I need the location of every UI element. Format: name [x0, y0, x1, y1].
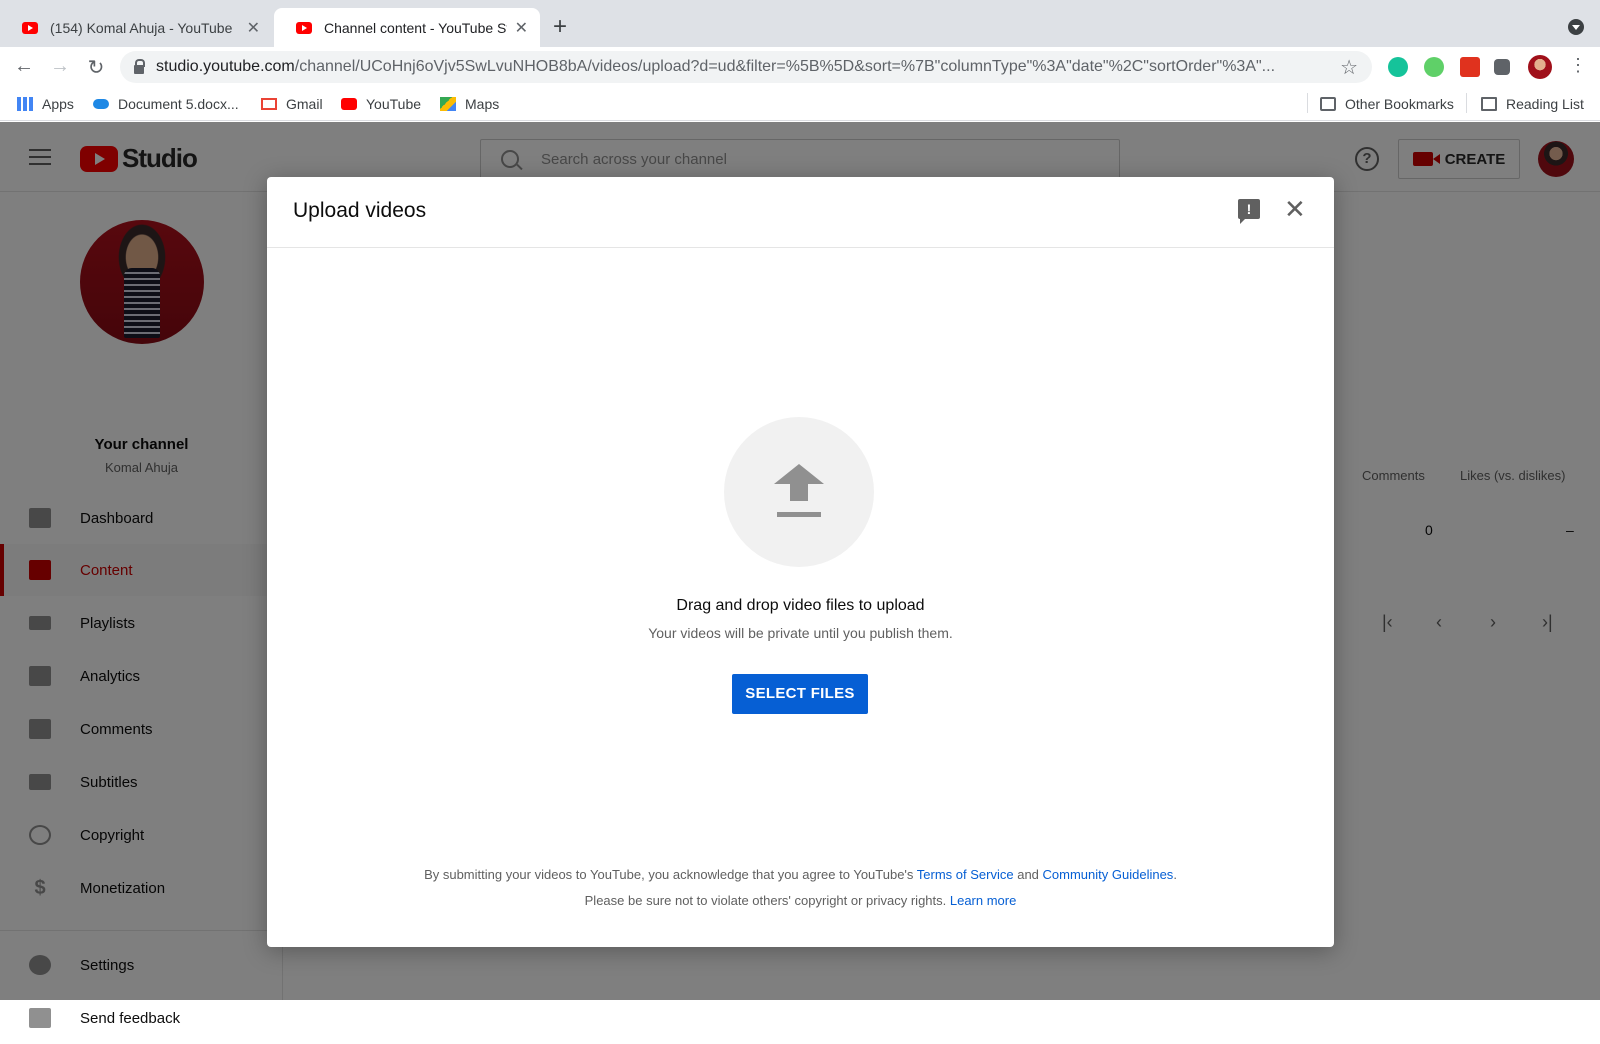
browser-tab-youtube[interactable]: (154) Komal Ahuja - YouTube ✕ — [0, 8, 272, 47]
url-text: studio.youtube.com/channel/UCoHnj6oVjv5S… — [156, 58, 1276, 75]
close-tab-icon[interactable]: ✕ — [247, 18, 260, 38]
browser-menu-icon[interactable]: ⋮ — [1566, 55, 1590, 76]
upload-arrow-icon — [774, 464, 824, 484]
drag-drop-text: Drag and drop video files to upload — [676, 597, 925, 614]
terms-suffix: . — [1173, 867, 1177, 882]
bookmark-gmail[interactable]: Gmail — [261, 96, 323, 112]
terms-notice: By submitting your videos to YouTube, yo… — [267, 867, 1334, 882]
lock-icon — [134, 59, 145, 74]
privacy-note: Your videos will be private until you pu… — [648, 625, 953, 641]
upload-arrow-stem — [790, 483, 808, 501]
profile-avatar-icon[interactable] — [1528, 55, 1552, 79]
bookmark-apps[interactable]: Apps — [17, 96, 74, 112]
copyright-text: Please be sure not to violate others' co… — [584, 893, 950, 908]
tab-title: (154) Komal Ahuja - YouTube — [50, 19, 233, 36]
terms-text: By submitting your videos to YouTube, yo… — [424, 867, 917, 882]
back-icon[interactable]: ← — [12, 55, 36, 78]
terms-of-service-link[interactable]: Terms of Service — [917, 867, 1014, 882]
maps-icon — [440, 97, 456, 111]
learn-more-link[interactable]: Learn more — [950, 893, 1016, 908]
bookmark-label: Maps — [465, 96, 500, 112]
community-guidelines-link[interactable]: Community Guidelines — [1043, 867, 1174, 882]
onedrive-icon — [93, 99, 109, 109]
reading-list[interactable]: Reading List — [1481, 96, 1584, 112]
extensions-puzzle-icon[interactable] — [1494, 59, 1510, 75]
address-bar[interactable]: studio.youtube.com/channel/UCoHnj6oVjv5S… — [120, 51, 1372, 83]
bookmark-label: Gmail — [286, 96, 323, 112]
upload-dialog: Upload videos ! ✕ Drag and drop video fi… — [267, 177, 1334, 947]
chat-extension-icon[interactable] — [1424, 57, 1444, 77]
browser-tab-studio[interactable]: Channel content - YouTube Stu ✕ — [274, 8, 540, 47]
forward-icon[interactable]: → — [48, 55, 72, 78]
close-tab-icon[interactable]: ✕ — [515, 18, 528, 38]
bookmark-divider — [1466, 93, 1467, 113]
terms-and-text: and — [1013, 867, 1043, 882]
dialog-title: Upload videos — [293, 199, 427, 222]
feedback-icon — [29, 1008, 51, 1028]
tab-title: Channel content - YouTube Stu — [324, 19, 507, 36]
bookmark-label: Document 5.docx... — [118, 96, 239, 112]
reading-list-label: Reading List — [1506, 96, 1584, 112]
bookmark-divider — [1307, 93, 1308, 113]
copyright-notice: Please be sure not to violate others' co… — [267, 893, 1334, 908]
bookmark-star-icon[interactable]: ☆ — [1340, 55, 1358, 80]
other-bookmarks[interactable]: Other Bookmarks — [1320, 96, 1454, 112]
upload-arrow-base — [777, 512, 821, 517]
select-files-button[interactable]: SELECT FILES — [732, 674, 868, 714]
dialog-header: Upload videos ! ✕ — [267, 177, 1334, 248]
browser-tab-bar: (154) Komal Ahuja - YouTube ✕ Channel co… — [0, 0, 1600, 47]
sidebar-item-label: Send feedback — [80, 1009, 181, 1027]
bookmark-label: Apps — [42, 96, 74, 112]
browser-toolbar: ← → ↻ studio.youtube.com/channel/UCoHnj6… — [0, 47, 1600, 87]
youtube-favicon-icon — [296, 21, 312, 34]
grammarly-extension-icon[interactable] — [1388, 57, 1408, 77]
folder-icon — [1320, 97, 1336, 111]
reading-list-icon — [1481, 97, 1497, 111]
bookmarks-bar: Apps Document 5.docx... Gmail YouTube Ma… — [0, 87, 1600, 121]
apps-grid-icon — [17, 97, 33, 111]
bookmark-document[interactable]: Document 5.docx... — [93, 96, 239, 112]
other-bookmarks-label: Other Bookmarks — [1345, 96, 1454, 112]
send-feedback-icon[interactable]: ! — [1238, 199, 1260, 224]
youtube-icon — [341, 98, 357, 110]
bookmark-label: YouTube — [366, 96, 422, 112]
tab-search-icon[interactable] — [1568, 19, 1584, 35]
reload-icon[interactable]: ↻ — [84, 55, 108, 80]
gmail-icon — [261, 98, 277, 110]
close-icon[interactable]: ✕ — [1284, 195, 1306, 223]
new-tab-button[interactable]: + — [553, 14, 567, 40]
bookmark-maps[interactable]: Maps — [440, 96, 499, 112]
upload-drop-zone[interactable] — [724, 417, 874, 567]
bookmark-youtube[interactable]: YouTube — [341, 96, 421, 112]
tp-extension-icon[interactable] — [1460, 57, 1480, 77]
youtube-favicon-icon — [22, 21, 38, 34]
